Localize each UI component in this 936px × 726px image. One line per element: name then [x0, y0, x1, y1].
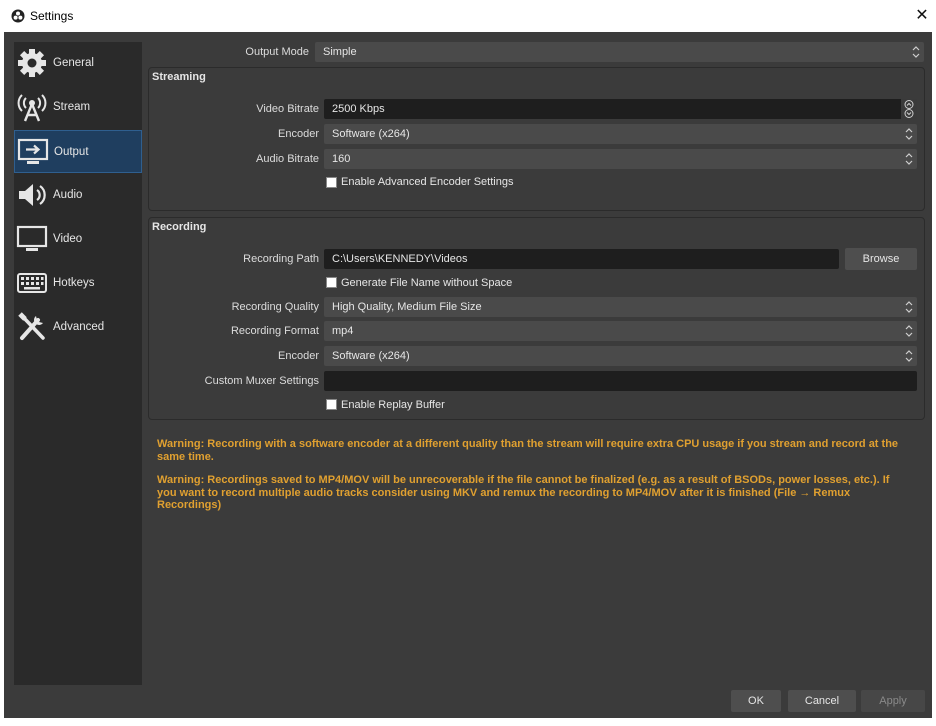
sidebar-item-label: Advanced	[53, 321, 105, 333]
recording-path-input[interactable]: C:\Users\KENNEDY\Videos	[324, 249, 839, 269]
custom-muxer-label: Custom Muxer Settings	[204, 375, 319, 387]
stream-encoder-value: Software (x264)	[332, 128, 410, 140]
monitor-output-icon	[17, 138, 49, 164]
recording-quality-label: Recording Quality	[231, 301, 319, 313]
chevron-updown-icon	[905, 153, 913, 165]
sidebar-item-label: General	[53, 57, 94, 69]
sidebar-item-label: Stream	[53, 101, 91, 113]
chevron-updown-icon	[912, 46, 920, 58]
recording-quality-value: High Quality, Medium File Size	[332, 301, 482, 313]
replay-buffer-checkbox[interactable]	[326, 399, 337, 410]
stream-encoder-select[interactable]: Software (x264)	[324, 124, 917, 144]
mp4-warning-text: Warning: Recordings saved to MP4/MOV wil…	[157, 474, 890, 511]
cancel-button[interactable]: Cancel	[788, 690, 856, 712]
chevron-updown-icon	[905, 350, 913, 362]
audio-bitrate-value: 160	[332, 153, 351, 165]
output-mode-value: Simple	[323, 46, 357, 58]
settings-client-area: General Stream Output Audio Video Hotkey…	[4, 32, 932, 718]
speaker-icon	[19, 184, 46, 206]
title-bar: Settings ✕	[0, 0, 936, 32]
window-title: Settings	[30, 9, 74, 23]
ok-button[interactable]: OK	[731, 690, 781, 712]
recording-format-select[interactable]: mp4	[324, 321, 917, 341]
close-icon[interactable]: ✕	[908, 2, 936, 30]
recording-path-label: Recording Path	[243, 253, 319, 265]
output-mode-label: Output Mode	[245, 46, 309, 58]
audio-bitrate-label: Audio Bitrate	[256, 153, 319, 165]
recording-encoder-label: Encoder	[278, 350, 319, 362]
sidebar: General Stream Output Audio Video Hotkey…	[14, 42, 142, 685]
chevron-updown-icon	[905, 128, 913, 140]
recording-path-value: C:\Users\KENNEDY\Videos	[332, 253, 468, 265]
tools-icon	[18, 312, 45, 340]
recording-encoder-select[interactable]: Software (x264)	[324, 346, 917, 366]
streaming-group-title: Streaming	[152, 71, 206, 83]
spin-arrows-icon[interactable]	[901, 99, 917, 119]
sidebar-item-label: Hotkeys	[53, 277, 95, 289]
browse-button[interactable]: Browse	[845, 248, 917, 270]
settings-window: Settings ✕ General Stream Output Audio V…	[0, 0, 936, 726]
recording-quality-select[interactable]: High Quality, Medium File Size	[324, 297, 917, 317]
chevron-updown-icon	[905, 301, 913, 313]
gear-icon	[18, 49, 46, 77]
recording-encoder-value: Software (x264)	[332, 350, 410, 362]
keyboard-icon	[17, 273, 47, 293]
apply-button[interactable]: Apply	[861, 690, 925, 712]
recording-format-value: mp4	[332, 325, 354, 337]
stream-encoder-label: Encoder	[278, 128, 319, 140]
audio-bitrate-select[interactable]: 160	[324, 149, 917, 169]
output-mode-select[interactable]: Simple	[315, 42, 924, 62]
generate-filename-label: Generate File Name without Space	[341, 277, 513, 289]
sidebar-item-label: Video	[53, 233, 83, 245]
sidebar-item-label: Audio	[53, 189, 83, 201]
recording-format-label: Recording Format	[230, 325, 319, 337]
custom-muxer-input[interactable]	[324, 371, 917, 391]
sidebar-item-video[interactable]: Video	[14, 218, 142, 261]
video-bitrate-label: Video Bitrate	[256, 103, 319, 115]
video-bitrate-value: 2500 Kbps	[332, 103, 385, 115]
sidebar-item-label: Output	[54, 146, 89, 158]
cpu-warning-text: Warning: Recording with a software encod…	[157, 438, 899, 463]
video-bitrate-spinbox[interactable]: 2500 Kbps	[324, 99, 917, 119]
advanced-encoder-label: Enable Advanced Encoder Settings	[341, 176, 514, 188]
generate-filename-checkbox[interactable]	[326, 277, 337, 288]
sidebar-item-output[interactable]: Output	[14, 130, 142, 173]
recording-group-title: Recording	[152, 221, 207, 233]
sidebar-item-general[interactable]: General	[14, 42, 142, 85]
sidebar-item-stream[interactable]: Stream	[14, 86, 142, 129]
obs-logo-icon	[11, 9, 25, 23]
chevron-updown-icon	[905, 325, 913, 337]
monitor-icon	[16, 225, 48, 251]
sidebar-item-advanced[interactable]: Advanced	[14, 306, 142, 349]
advanced-encoder-checkbox[interactable]	[326, 177, 337, 188]
sidebar-item-hotkeys[interactable]: Hotkeys	[14, 262, 142, 305]
replay-buffer-label: Enable Replay Buffer	[341, 399, 445, 411]
broadcast-antenna-icon	[17, 94, 47, 122]
sidebar-item-audio[interactable]: Audio	[14, 174, 142, 217]
